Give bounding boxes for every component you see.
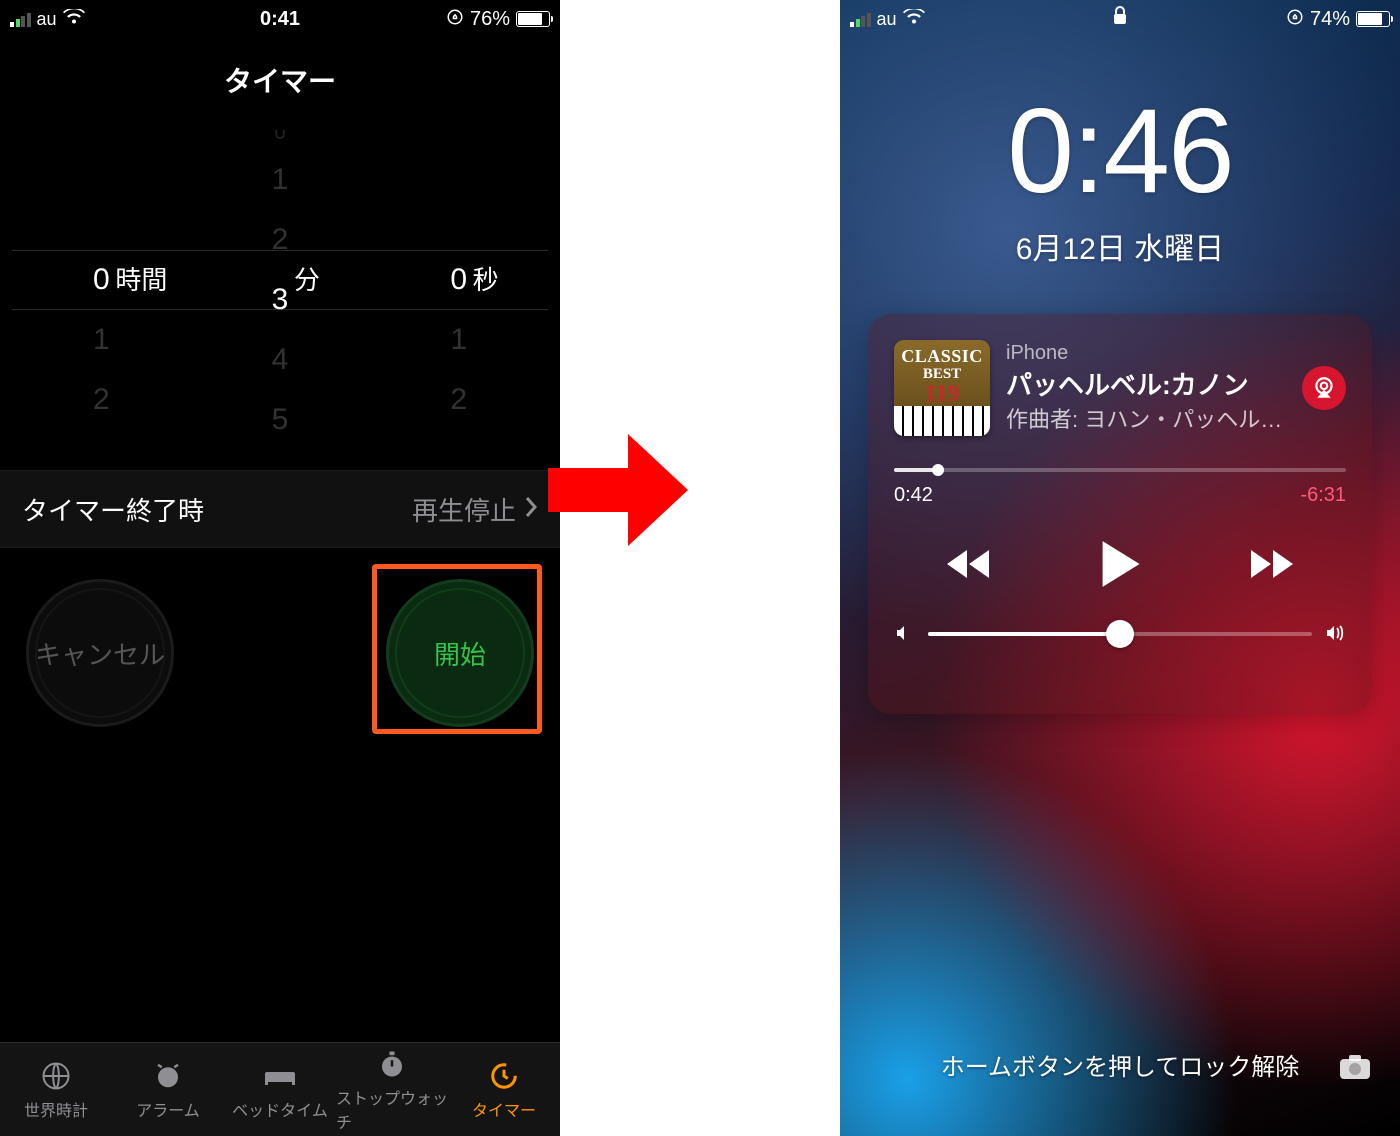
volume-slider[interactable] [928, 632, 1312, 636]
tab-bar: 世界時計 アラーム ベッドタイム ストップウォッチ タイマー [0, 1042, 560, 1136]
start-button[interactable]: 開始 [386, 579, 534, 727]
picker-seconds[interactable]: 0 1 2 3 秒 [369, 130, 548, 430]
lock-clock: 0:46 [840, 82, 1400, 220]
stopwatch-icon [377, 1047, 407, 1081]
wifi-icon [903, 9, 925, 30]
battery-percent: 76% [470, 8, 510, 31]
timer-icon [489, 1059, 519, 1093]
seconds-unit: 秒 [473, 250, 499, 310]
bed-icon [263, 1059, 297, 1093]
alarm-icon [153, 1059, 183, 1093]
tab-alarm[interactable]: アラーム [112, 1043, 224, 1136]
picker-hours[interactable]: 0 1 2 3 時間 [12, 130, 191, 430]
wifi-icon [63, 9, 85, 30]
rotation-lock-icon [446, 8, 464, 31]
signal-icon [850, 11, 871, 27]
tab-stopwatch[interactable]: ストップウォッチ [336, 1043, 448, 1136]
minutes-unit: 分 [294, 250, 320, 310]
status-time: 0:41 [190, 8, 370, 31]
playback-device: iPhone [1006, 342, 1286, 365]
carrier-label: au [877, 9, 897, 30]
page-title: タイマー [0, 38, 560, 130]
volume-low-icon [894, 623, 916, 645]
tab-world-clock[interactable]: 世界時計 [0, 1043, 112, 1136]
unlock-hint: ホームボタンを押してロック解除 [840, 1047, 1400, 1082]
camera-icon[interactable] [1338, 1053, 1372, 1086]
status-bar: au 0:41 76% [0, 0, 560, 38]
play-button[interactable] [1085, 529, 1155, 599]
transition-arrow-icon [548, 420, 688, 560]
globe-icon [41, 1059, 71, 1093]
time-picker[interactable]: 0 1 2 3 時間 0 1 2 3 4 5 6 分 0 1 2 [0, 130, 560, 430]
track-title: パッヘルベル:カノン [1006, 365, 1286, 402]
time-remaining: -6:31 [1300, 484, 1346, 507]
now-playing-card: CLASSIC BEST 119 iPhone パッヘルベル:カノン 作曲者: … [868, 314, 1372, 714]
battery-percent: 74% [1310, 8, 1350, 31]
tab-timer[interactable]: タイマー [448, 1043, 560, 1136]
rotation-lock-icon [1286, 8, 1304, 31]
cancel-button[interactable]: キャンセル [26, 579, 174, 727]
picker-minutes-value: 3 [272, 283, 289, 316]
picker-hours-value: 0 [93, 263, 110, 296]
when-timer-ends-row[interactable]: タイマー終了時 再生停止 [0, 470, 560, 548]
picker-minutes[interactable]: 0 1 2 3 4 5 6 分 [191, 130, 370, 430]
hours-unit: 時間 [115, 250, 167, 310]
when-timer-ends-value: 再生停止 [412, 491, 516, 528]
battery-icon [1356, 11, 1390, 27]
status-bar-lock: au 74% [840, 0, 1400, 38]
picker-seconds-value: 0 [450, 263, 467, 296]
time-elapsed: 0:42 [894, 484, 933, 507]
airplay-button[interactable] [1302, 366, 1346, 410]
lock-screen: au 74% 0:46 6月12日 水曜日 CLASSIC BEST 119 i… [840, 0, 1400, 1136]
tab-bedtime[interactable]: ベッドタイム [224, 1043, 336, 1136]
track-artist: 作曲者: ヨハン・パッヘルベル [1006, 402, 1286, 434]
volume-high-icon [1324, 623, 1346, 645]
when-timer-ends-label: タイマー終了時 [22, 491, 204, 528]
chevron-right-icon [524, 494, 538, 525]
lock-date: 6月12日 水曜日 [840, 224, 1400, 268]
carrier-label: au [37, 9, 57, 30]
rewind-button[interactable] [934, 529, 1004, 599]
signal-icon [10, 11, 31, 27]
scrubber[interactable] [894, 462, 1346, 478]
forward-button[interactable] [1236, 529, 1306, 599]
album-artwork[interactable]: CLASSIC BEST 119 [894, 340, 990, 436]
lock-icon [1112, 10, 1128, 30]
battery-icon [516, 11, 550, 27]
timer-screen: au 0:41 76% タイマー 0 1 2 3 時間 [0, 0, 560, 1136]
